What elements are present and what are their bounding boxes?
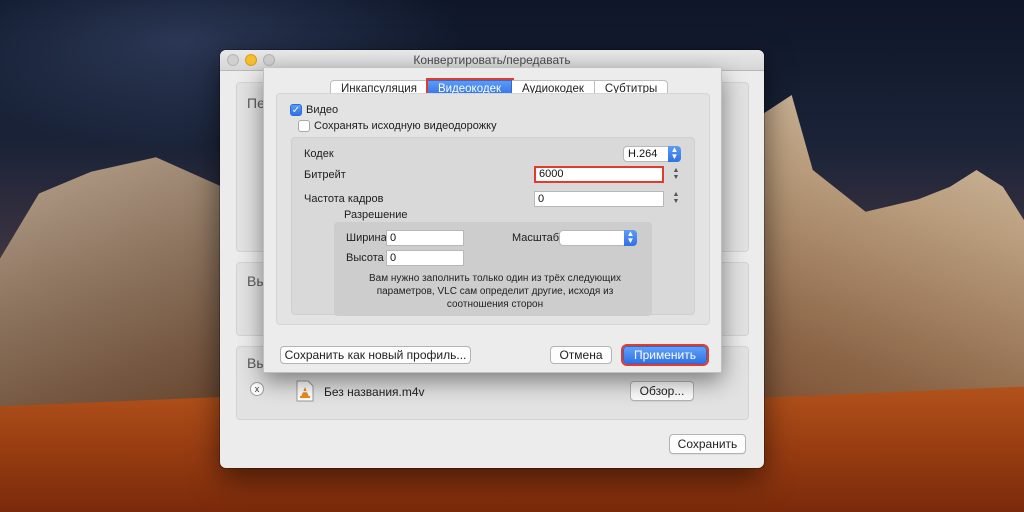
width-label: Ширина: [346, 232, 387, 244]
apply-button[interactable]: Применить: [623, 346, 707, 364]
framerate-stepper[interactable]: ▲ ▼: [671, 191, 681, 207]
bitrate-input[interactable]: 6000: [534, 166, 664, 183]
zoom-window-button[interactable]: [263, 54, 275, 66]
traffic-lights: [227, 54, 275, 66]
codec-select[interactable]: H.264 ▲ ▼: [623, 146, 681, 162]
keep-original-checkbox[interactable]: [298, 120, 310, 132]
save-button[interactable]: Сохранить: [669, 434, 746, 454]
height-label: Высота: [346, 252, 384, 264]
codec-label: Кодек: [304, 148, 334, 160]
bitrate-label: Битрейт: [304, 169, 346, 181]
framerate-label: Частота кадров: [304, 193, 384, 205]
chevron-updown-icon: ▲ ▼: [624, 230, 637, 246]
remove-file-button[interactable]: x: [250, 382, 264, 396]
keep-original-checkbox-label: Сохранять исходную видеодорожку: [314, 120, 497, 132]
video-codec-sheet: Инкапсуляция Видеокодек Аудиокодек Субти…: [263, 68, 722, 373]
minimize-window-button[interactable]: [245, 54, 257, 66]
vlc-file-icon: [296, 380, 314, 402]
bitrate-stepper[interactable]: ▲ ▼: [671, 167, 681, 183]
scale-select[interactable]: ▲ ▼: [559, 230, 637, 246]
chevron-updown-icon: ▲ ▼: [668, 146, 681, 162]
video-checkbox[interactable]: ✓: [290, 104, 302, 116]
browse-button[interactable]: Обзор...: [630, 381, 694, 401]
resolution-note: Вам нужно заполнить только один из трёх …: [369, 273, 621, 310]
video-checkbox-label: Видео: [306, 104, 339, 116]
resolution-box: Ширина 0 Высота 0 Масштаб ▲ ▼ Вам нужно з…: [334, 222, 652, 316]
width-input[interactable]: 0: [386, 230, 464, 246]
save-as-profile-button[interactable]: Сохранить как новый профиль...: [280, 346, 471, 364]
video-codec-panel: ✓ Видео Сохранять исходную видеодорожку …: [276, 93, 710, 325]
height-input[interactable]: 0: [386, 250, 464, 266]
scale-label: Масштаб: [512, 232, 560, 244]
window-title: Конвертировать/передавать: [413, 53, 571, 67]
framerate-input[interactable]: 0: [534, 191, 664, 207]
codec-select-value: H.264: [628, 148, 658, 160]
codec-settings-box: Кодек H.264 ▲ ▼ Битрейт 6000 ▲ ▼ Частота к…: [291, 137, 695, 316]
resolution-title: Разрешение: [344, 209, 408, 221]
cancel-button[interactable]: Отмена: [550, 346, 612, 364]
destination-file-name: Без названия.m4v: [324, 385, 425, 399]
close-window-button[interactable]: [227, 54, 239, 66]
